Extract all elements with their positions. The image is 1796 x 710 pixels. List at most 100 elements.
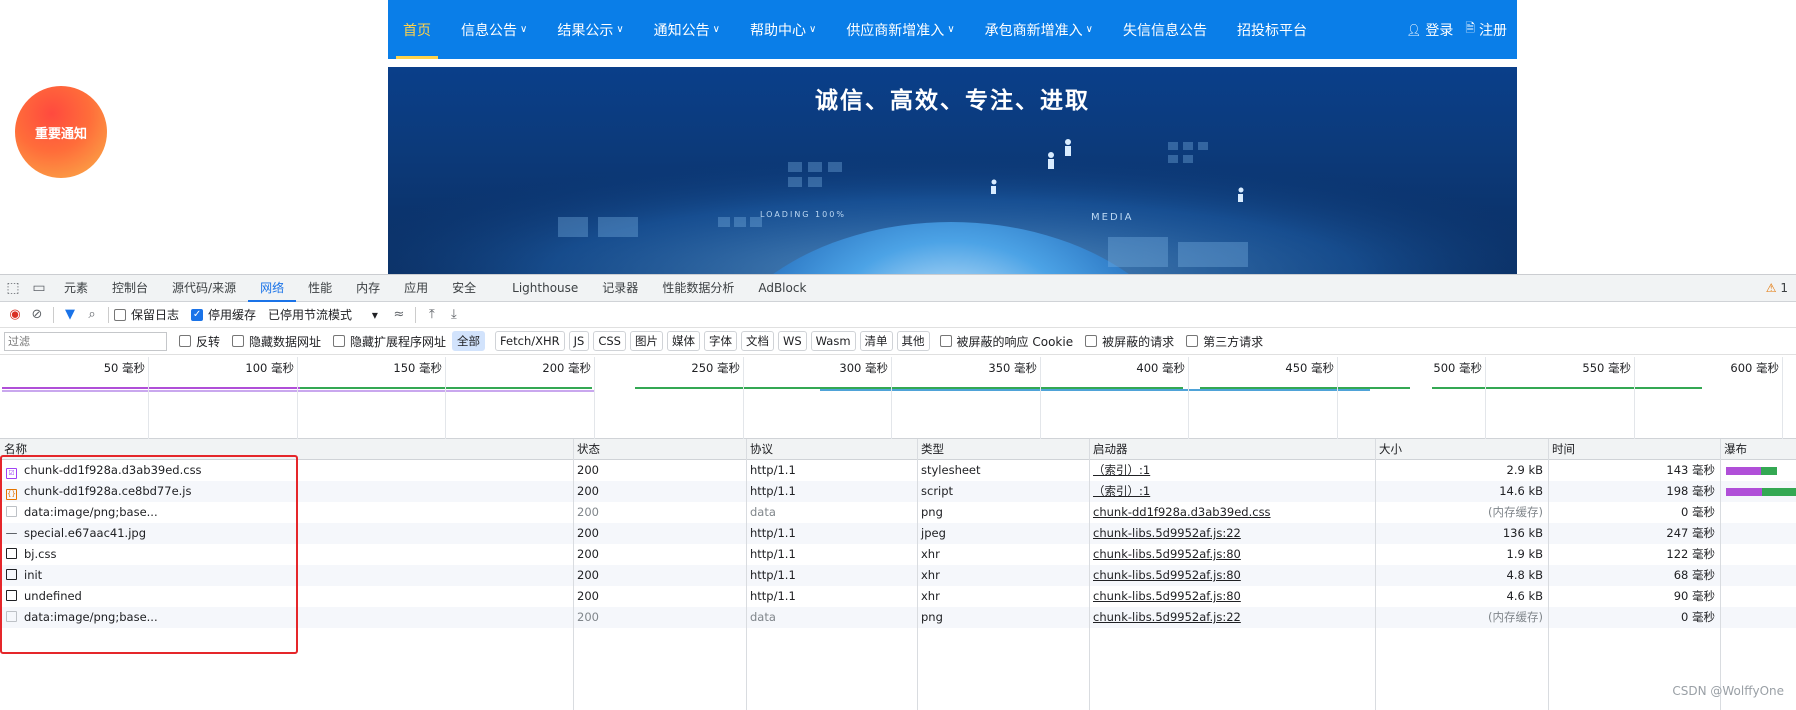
export-har-icon[interactable]: ⤓ — [443, 305, 465, 325]
chevron-down-icon: ∨ — [947, 24, 955, 35]
disable-cache-checkbox[interactable]: ✓ 停用缓存 — [191, 306, 256, 323]
cell-type: xhr — [917, 586, 1089, 607]
devtools-tab-bar: ⬚ ▭ 元素 控制台 源代码/来源 网络 性能 内存 应用 安全 Lighthouse 记录器 性能… — [0, 275, 1796, 302]
checkbox-box-checked: ✓ — [191, 308, 204, 321]
nav-item-2[interactable]: 结果公示 ∨ — [542, 0, 638, 59]
cell-text: 90 毫秒 — [1673, 589, 1715, 603]
devtools-tab-5[interactable]: 内存 — [344, 275, 392, 302]
column-header[interactable]: 协议 — [746, 439, 773, 460]
cell-text[interactable]: chunk-libs.5d9952af.js:80 — [1093, 568, 1241, 582]
third-party-checkbox[interactable]: 第三方请求 — [1186, 333, 1263, 350]
nav-item-4[interactable]: 帮助中心 ∨ — [735, 0, 831, 59]
cell-text[interactable]: chunk-libs.5d9952af.js:22 — [1093, 610, 1241, 624]
preserve-log-checkbox[interactable]: 保留日志 — [114, 306, 179, 323]
filter-input[interactable] — [4, 331, 167, 351]
register-link[interactable]: 🗎 注册 — [1459, 0, 1513, 59]
devtools-tab-1[interactable]: 控制台 — [100, 275, 160, 302]
type-filter-pill[interactable]: 文档 — [740, 331, 774, 351]
timeline-overview[interactable]: 50 毫秒 100 毫秒 150 毫秒 200 毫秒 250 毫秒 300 毫秒 350 毫… — [0, 357, 1796, 439]
type-filter-pill[interactable]: 其他 — [896, 331, 930, 351]
overview-tick: 250 毫秒 — [691, 357, 744, 439]
devtools-tab-4[interactable]: 性能 — [296, 275, 344, 302]
invert-checkbox[interactable]: 反转 — [179, 333, 220, 350]
column-header[interactable]: 状态 — [573, 439, 600, 460]
nav-item-1[interactable]: 信息公告 ∨ — [446, 0, 542, 59]
devtools-tab-11[interactable]: AdBlock — [746, 275, 818, 302]
devtools-tab-9[interactable]: 记录器 — [590, 275, 650, 302]
site-navbar: 首页 信息公告 ∨ 结果公示 ∨ 通知公告 ∨ 帮助中心 ∨ 供应商新增准入 ∨ 承包商新增准入 ∨ 失信… — [388, 0, 1517, 59]
cell-text[interactable]: chunk-libs.5d9952af.js:80 — [1093, 547, 1241, 561]
cell-text[interactable]: chunk-dd1f928a.d3ab39ed.css — [1093, 505, 1271, 519]
nav-item-6[interactable]: 承包商新增准入 ∨ — [970, 0, 1108, 59]
cell-text: (内存缓存) — [1488, 610, 1543, 624]
column-header[interactable]: 类型 — [917, 439, 944, 460]
nav-item-8[interactable]: 招投标平台 — [1222, 0, 1322, 59]
devtools-tab-0[interactable]: 元素 — [52, 275, 100, 302]
record-icon[interactable]: ◉ — [4, 305, 26, 325]
type-filter-pill[interactable]: Fetch/XHR — [495, 331, 565, 351]
column-header[interactable]: 启动器 — [1089, 439, 1128, 460]
devtools-tab-7[interactable]: 安全 — [440, 275, 488, 302]
column-header[interactable]: 大小 — [1375, 439, 1402, 460]
cell-text: script — [921, 484, 954, 498]
hide-data-urls-checkbox[interactable]: 隐藏数据网址 — [232, 333, 321, 350]
cell-time: 198 毫秒 — [1548, 481, 1720, 502]
cell-time: 122 毫秒 — [1548, 544, 1720, 565]
nav-item-3[interactable]: 通知公告 ∨ — [639, 0, 735, 59]
cell-text[interactable]: （索引）:1 — [1093, 484, 1150, 498]
clear-icon[interactable]: ⊘ — [26, 305, 48, 325]
login-link[interactable]: 👤︎ 登录 — [1400, 0, 1459, 59]
overview-tick: 500 毫秒 — [1433, 357, 1486, 439]
nav-item-0[interactable]: 首页 — [388, 0, 446, 59]
devtools-tab-6[interactable]: 应用 — [392, 275, 440, 302]
overview-tick: 550 毫秒 — [1582, 357, 1635, 439]
user-icon: 👤︎ — [1406, 22, 1422, 37]
nav-item-5[interactable]: 供应商新增准入 ∨ — [831, 0, 969, 59]
type-filter-pill[interactable]: 图片 — [629, 331, 663, 351]
nav-item-7[interactable]: 失信信息公告 — [1108, 0, 1222, 59]
divider — [414, 306, 416, 323]
blocked-cookies-checkbox[interactable]: 被屏蔽的响应 Cookie — [939, 333, 1073, 350]
column-header[interactable]: 时间 — [1548, 439, 1575, 460]
search-icon[interactable]: ⌕ — [81, 305, 103, 325]
inspect-element-icon[interactable]: ⬚ — [0, 275, 26, 302]
cell-text: 68 毫秒 — [1673, 568, 1715, 582]
filter-icon[interactable]: ▼ — [59, 305, 81, 325]
website-viewport: 首页 信息公告 ∨ 结果公示 ∨ 通知公告 ∨ 帮助中心 ∨ 供应商新增准入 ∨ 承包商新增准入 ∨ 失信… — [0, 0, 1796, 274]
column-header[interactable]: 瀑布 — [1720, 439, 1747, 460]
type-filter-pill[interactable]: 媒体 — [666, 331, 700, 351]
type-filter-pill[interactable]: 全部 — [452, 331, 486, 351]
hide-extension-urls-checkbox[interactable]: 隐藏扩展程序网址 — [333, 333, 446, 350]
cell-initiator: chunk-dd1f928a.d3ab39ed.css — [1089, 502, 1375, 523]
cell-text[interactable]: chunk-libs.5d9952af.js:22 — [1093, 526, 1241, 540]
cell-text: 247 毫秒 — [1666, 526, 1715, 540]
devtools-tab-3[interactable]: 网络 — [248, 275, 297, 302]
device-toolbar-icon[interactable]: ▭ — [26, 275, 52, 302]
throttling-select[interactable]: 已停用节流模式 ▾ — [268, 306, 378, 323]
import-har-icon[interactable]: ⤒ — [421, 305, 443, 325]
cell-text[interactable]: （索引）:1 — [1093, 463, 1150, 477]
type-filter-pill[interactable]: 字体 — [703, 331, 737, 351]
devtools-tab-2[interactable]: 源代码/来源 — [160, 275, 248, 302]
type-filter-pill[interactable]: Wasm — [810, 331, 856, 351]
important-notice-button[interactable]: 重要通知 — [15, 86, 107, 178]
type-filter-pill[interactable]: JS — [568, 331, 590, 351]
network-conditions-icon[interactable]: ≈ — [388, 305, 410, 325]
overview-tick-label: 150 毫秒 — [393, 361, 442, 375]
cell-text: stylesheet — [921, 463, 981, 477]
cell-text: data — [750, 610, 776, 624]
warning-count[interactable]: ⚠ 1 — [1766, 275, 1788, 302]
blocked-requests-checkbox[interactable]: 被屏蔽的请求 — [1085, 333, 1174, 350]
checkbox-box — [1085, 335, 1098, 347]
cell-text[interactable]: chunk-libs.5d9952af.js:80 — [1093, 589, 1241, 603]
banner-media-text: MEDIA — [1091, 212, 1133, 223]
devtools-tab-10[interactable]: 性能数据分析 — [650, 275, 746, 302]
type-filter-pill[interactable]: WS — [777, 331, 807, 351]
type-filter-pill[interactable]: CSS — [593, 331, 626, 351]
cell-initiator: chunk-libs.5d9952af.js:80 — [1089, 586, 1375, 607]
type-filter-pill[interactable]: 清单 — [859, 331, 893, 351]
devtools-tab-8[interactable]: Lighthouse — [500, 275, 590, 302]
cell-status: 200 — [573, 544, 746, 565]
overview-tick-label: 500 毫秒 — [1433, 361, 1482, 375]
overview-tick: 300 毫秒 — [839, 357, 892, 439]
